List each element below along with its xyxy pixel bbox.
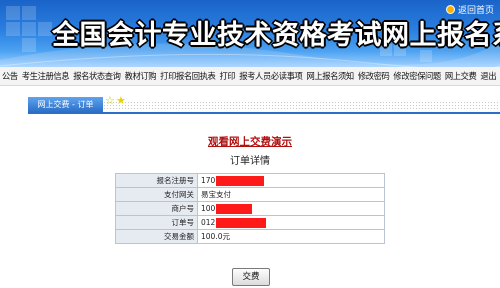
nav-item-announcement[interactable]: 公告: [0, 70, 20, 82]
field-value: 170: [201, 175, 216, 185]
nav-item-change-password[interactable]: 修改密码: [356, 70, 392, 82]
table-row: 报名注册号 170: [115, 173, 385, 188]
tab-strip: 网上交费 - 订单 ☆ ★: [28, 94, 500, 114]
redaction-mark: [216, 175, 265, 186]
field-label: 支付网关: [115, 187, 198, 202]
payment-gateway-value: 易宝支付: [197, 187, 385, 202]
nav-item-online-payment[interactable]: 网上交费: [443, 70, 479, 82]
header-banner: 全国会计专业技术资格考试网上报名系统 返回首页: [0, 0, 500, 67]
star-icon: ★: [116, 94, 126, 107]
nav-item-registration-notice[interactable]: 网上报名须知: [304, 70, 355, 82]
registration-number-value: 170: [197, 173, 385, 188]
field-value: 100: [201, 203, 216, 213]
table-row: 商户号 100: [115, 201, 385, 216]
merchant-number-value: 100: [197, 201, 385, 216]
table-row: 交易金额 100.0元: [115, 229, 385, 244]
field-label: 报名注册号: [115, 173, 198, 188]
field-value: 易宝支付: [201, 190, 231, 199]
order-number-value: 012: [197, 215, 385, 230]
nav-item-must-read[interactable]: 报考人员必读事项: [237, 70, 304, 82]
nav-item-print-receipt[interactable]: 打印报名回执表: [158, 70, 217, 82]
nav-item-registration-info[interactable]: 考生注册信息: [20, 70, 71, 82]
payment-demo-link[interactable]: 观看网上交费演示: [0, 134, 500, 149]
pay-button[interactable]: 交费: [232, 268, 270, 286]
transaction-amount-value: 100.0元: [197, 229, 385, 244]
home-icon: [445, 5, 455, 14]
field-label: 订单号: [115, 215, 198, 230]
return-home-link[interactable]: 返回首页: [445, 3, 494, 16]
field-value: 100.0元: [201, 232, 230, 241]
return-home-label: 返回首页: [457, 6, 494, 16]
order-detail-title: 订单详情: [230, 156, 270, 167]
nav-item-print[interactable]: 打印: [217, 70, 237, 82]
nav-item-change-security-question[interactable]: 修改密保问题: [391, 70, 442, 82]
field-label: 交易金额: [115, 229, 198, 244]
nav-item-status-query[interactable]: 报名状态查询: [71, 70, 122, 82]
table-row: 订单号 012: [115, 215, 385, 230]
redaction-mark: [216, 217, 267, 228]
field-label: 商户号: [115, 201, 198, 216]
order-detail-table: 报名注册号 170 支付网关 易宝支付 商户号 100 订单号 012 交易金额…: [115, 173, 385, 244]
tab-online-payment-order[interactable]: 网上交费 - 订单: [28, 97, 103, 112]
nav-item-textbook-order[interactable]: 教材订购: [123, 70, 159, 82]
main-nav: 公告 考生注册信息 报名状态查询 教材订购 打印报名回执表 打印 报考人员必读事…: [0, 67, 500, 86]
system-title: 全国会计专业技术资格考试网上报名系统: [52, 20, 500, 51]
redaction-mark: [216, 203, 253, 214]
table-row: 支付网关 易宝支付: [115, 187, 385, 202]
nav-item-logout[interactable]: 退出: [478, 70, 498, 82]
star-icon: ☆: [105, 94, 115, 107]
field-value: 012: [201, 217, 216, 227]
